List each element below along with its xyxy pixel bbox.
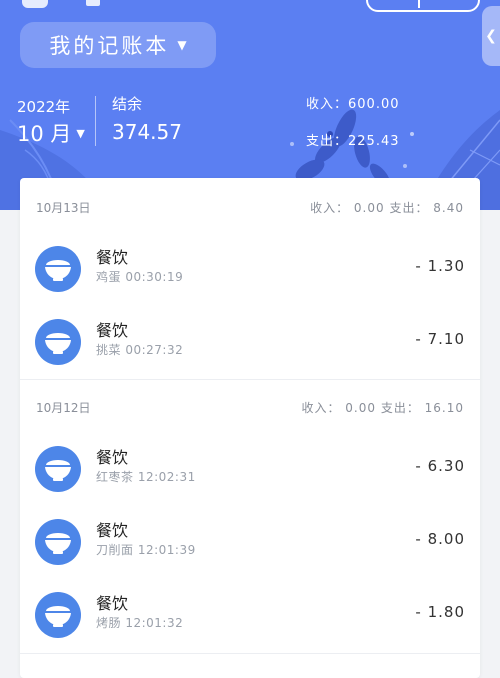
- transaction-meta: 烤肠 12:01:32: [96, 616, 184, 630]
- transaction-amount: - 1.80: [415, 603, 465, 621]
- day-group-header: 10月13日 收入： 0.00 支出： 8.40: [20, 195, 480, 221]
- transaction-row[interactable]: 餐饮 挑菜 00:27:32 - 7.10: [20, 312, 480, 374]
- transaction-amount: - 6.30: [415, 457, 465, 475]
- group-date: 10月12日: [36, 401, 91, 415]
- caret-down-icon: ▼: [76, 126, 85, 140]
- group-summary: 收入： 0.00 支出： 8.40: [310, 201, 464, 215]
- month-label: 10 月: [17, 122, 72, 146]
- transaction-list: 10月13日 收入： 0.00 支出： 8.40 餐饮 鸡蛋 00:30:19 …: [20, 178, 480, 678]
- day-group-header: 10月12日 收入： 0.00 支出： 16.10: [20, 395, 480, 421]
- transaction-amount: - 1.30: [415, 257, 465, 275]
- transaction-meta: 挑菜 00:27:32: [96, 343, 184, 357]
- transaction-row[interactable]: 餐饮 鸡蛋 00:30:19 - 1.30: [20, 239, 480, 301]
- transaction-row[interactable]: 餐饮 烤肠 12:01:32 - 1.80: [20, 585, 480, 647]
- group-summary: 收入： 0.00 支出： 16.10: [301, 401, 464, 415]
- balance-value: 374.57: [112, 120, 182, 144]
- transaction-meta: 红枣茶 12:02:31: [96, 470, 196, 484]
- header-divider: [95, 96, 96, 146]
- transaction-meta: 刀削面 12:01:39: [96, 543, 196, 557]
- bowl-icon: [35, 246, 81, 292]
- group-date: 10月13日: [36, 201, 91, 215]
- bowl-icon: [35, 592, 81, 638]
- group-divider: [20, 379, 480, 380]
- transaction-row[interactable]: 餐饮 刀削面 12:01:39 - 8.00: [20, 512, 480, 574]
- group-divider: [20, 653, 480, 654]
- transaction-category: 餐饮: [96, 521, 129, 540]
- transaction-category: 餐饮: [96, 321, 129, 340]
- bowl-icon: [35, 319, 81, 365]
- caret-down-icon: ▼: [177, 38, 187, 52]
- transaction-category: 餐饮: [96, 594, 129, 613]
- side-drawer-handle[interactable]: ❮: [482, 6, 500, 66]
- month-selector[interactable]: 10 月 ▼: [17, 118, 85, 148]
- account-book-label: 我的记账本: [49, 34, 170, 58]
- transaction-meta: 鸡蛋 00:30:19: [96, 270, 184, 284]
- expense-total: 支出：225.43: [306, 134, 400, 149]
- income-total: 收入：600.00: [306, 97, 400, 112]
- document-icon[interactable]: [86, 0, 100, 6]
- settings-icon[interactable]: [22, 0, 48, 8]
- top-toggle[interactable]: [366, 0, 480, 12]
- bowl-icon: [35, 519, 81, 565]
- balance-label: 结余: [112, 95, 143, 113]
- transaction-category: 餐饮: [96, 448, 129, 467]
- bowl-icon: [35, 446, 81, 492]
- account-book-selector[interactable]: 我的记账本 ▼: [20, 22, 216, 68]
- year-label: 2022年: [17, 98, 71, 116]
- transaction-category: 餐饮: [96, 248, 129, 267]
- transaction-amount: - 7.10: [415, 330, 465, 348]
- transaction-row[interactable]: 餐饮 红枣茶 12:02:31 - 6.30: [20, 439, 480, 501]
- transaction-amount: - 8.00: [415, 530, 465, 548]
